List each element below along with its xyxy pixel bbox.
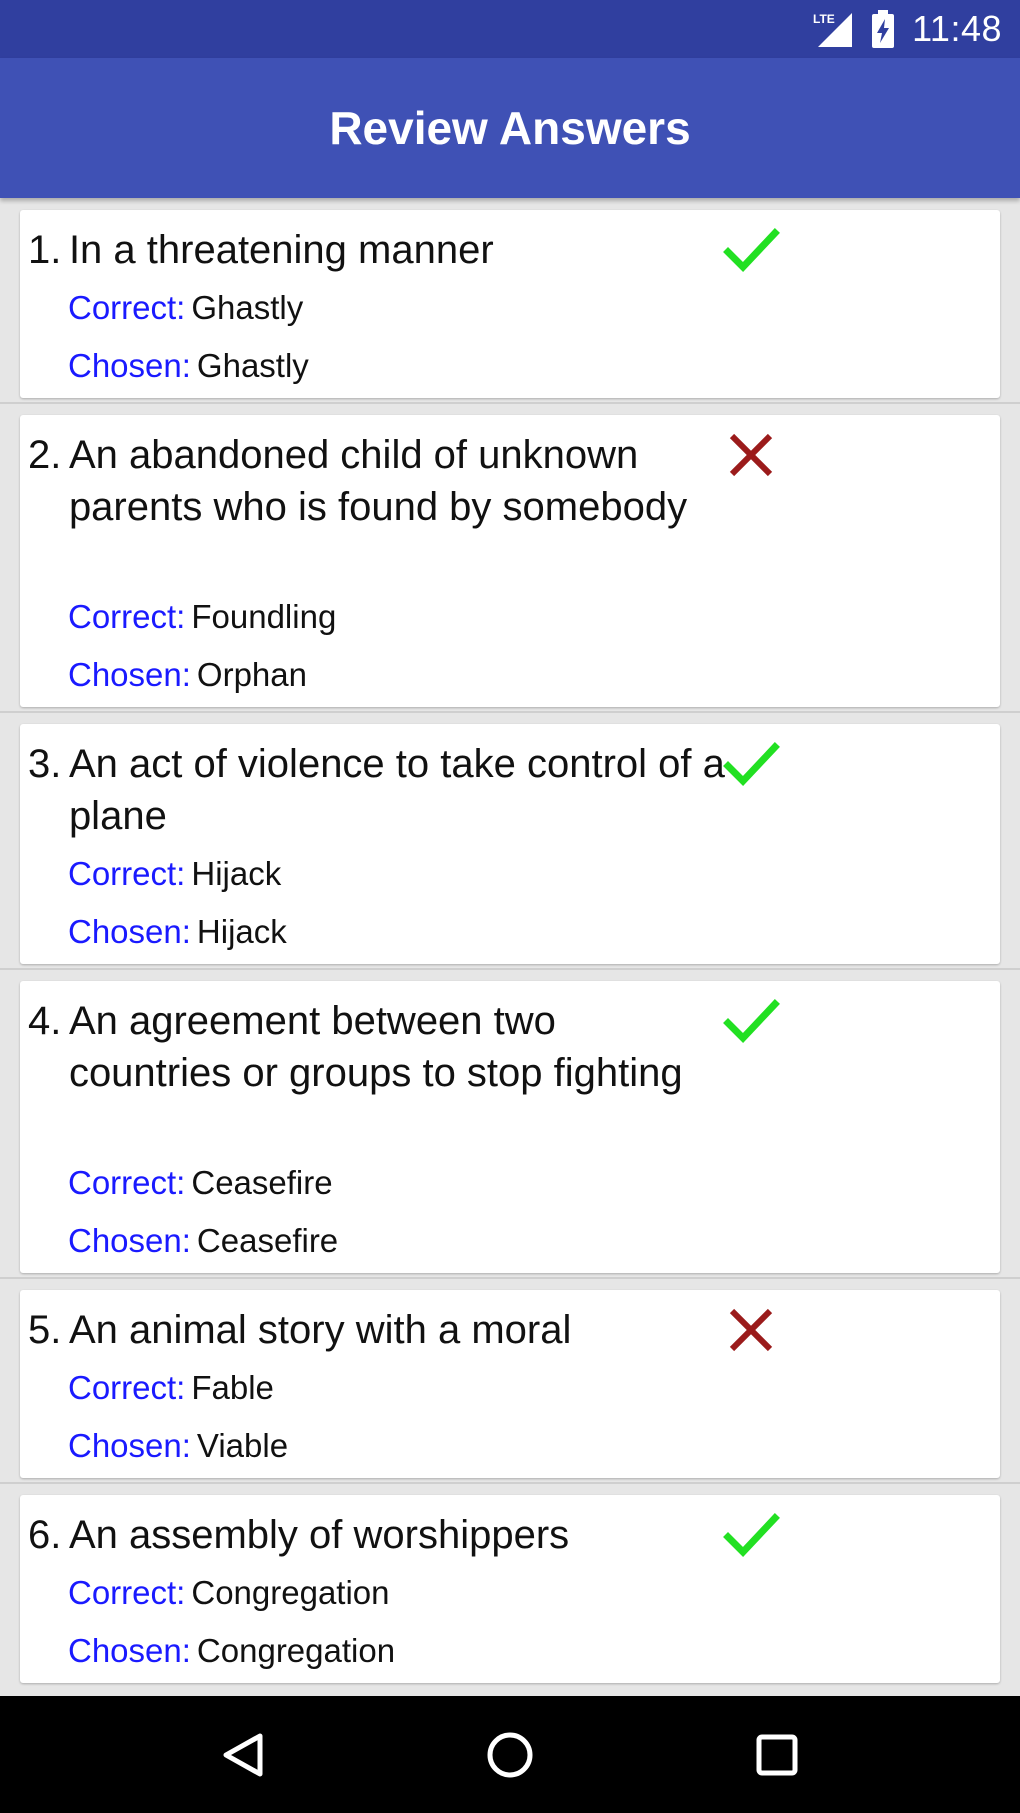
chosen-label: Chosen: bbox=[68, 1632, 191, 1669]
correct-answer: Congregation bbox=[191, 1574, 390, 1611]
chosen-label: Chosen: bbox=[68, 1427, 191, 1464]
chosen-answer-row: Chosen: Hijack bbox=[68, 912, 287, 952]
divider bbox=[0, 402, 1020, 404]
navigation-bar bbox=[0, 1696, 1020, 1813]
correct-label: Correct: bbox=[68, 598, 186, 635]
cross-icon bbox=[729, 433, 773, 477]
question-text: An abandoned child of unknown parents wh… bbox=[68, 433, 688, 529]
correct-answer-row: Correct: Hijack bbox=[68, 854, 281, 894]
correct-label: Correct: bbox=[68, 1574, 186, 1611]
answers-list[interactable]: 1. In a threatening manner Correct: Ghast… bbox=[0, 198, 1020, 1696]
question-number: 6. bbox=[28, 1513, 62, 1557]
correct-label: Correct: bbox=[68, 1369, 186, 1406]
home-icon bbox=[487, 1732, 533, 1777]
correct-answer-row: Correct: Foundling bbox=[68, 597, 336, 637]
chosen-answer-row: Chosen: Congregation bbox=[68, 1631, 395, 1671]
correct-answer-row: Correct: Ghastly bbox=[68, 288, 303, 328]
lte-signal-icon: LTE bbox=[813, 12, 853, 47]
correct-label: Correct: bbox=[68, 855, 186, 892]
question-text: An animal story with a moral bbox=[68, 1308, 572, 1352]
chosen-answer-row: Chosen: Ceasefire bbox=[68, 1221, 338, 1261]
correct-answer: Ceasefire bbox=[191, 1164, 333, 1201]
recents-button[interactable] bbox=[742, 1720, 812, 1790]
cross-icon bbox=[729, 1308, 773, 1352]
answer-card: 3. An act of violence to take control of… bbox=[20, 724, 1000, 964]
question-row: 1. In a threatening manner bbox=[28, 224, 728, 276]
correct-label: Correct: bbox=[68, 1164, 186, 1201]
question-row: 6. An assembly of worshippers bbox=[28, 1509, 728, 1561]
chosen-answer-row: Chosen: Orphan bbox=[68, 655, 307, 695]
divider bbox=[0, 1277, 1020, 1279]
question-number: 1. bbox=[28, 228, 62, 272]
answer-card: 4. An agreement between two countries or… bbox=[20, 981, 1000, 1273]
check-icon bbox=[723, 1513, 780, 1558]
chosen-label: Chosen: bbox=[68, 913, 191, 950]
back-icon bbox=[223, 1733, 263, 1776]
question-row: 4. An agreement between two countries or… bbox=[28, 995, 728, 1099]
chosen-answer: Ceasefire bbox=[196, 1222, 339, 1259]
status-time: 11:48 bbox=[912, 8, 1002, 49]
question-text: An assembly of worshippers bbox=[68, 1513, 570, 1557]
chosen-answer-row: Chosen: Ghastly bbox=[68, 346, 309, 386]
check-icon bbox=[723, 742, 780, 787]
page-title: Review Answers bbox=[329, 102, 691, 154]
battery-charging-icon bbox=[872, 10, 895, 48]
chosen-label: Chosen: bbox=[68, 1222, 191, 1259]
correct-answer: Foundling bbox=[191, 598, 337, 635]
correct-answer: Fable bbox=[191, 1369, 274, 1406]
question-text: An agreement between two countries or gr… bbox=[68, 999, 683, 1095]
question-row: 5. An animal story with a moral bbox=[28, 1304, 728, 1356]
home-button[interactable] bbox=[475, 1720, 545, 1790]
answer-card: 2. An abandoned child of unknown parents… bbox=[20, 415, 1000, 707]
question-number: 4. bbox=[28, 999, 62, 1043]
question-row: 3. An act of violence to take control of… bbox=[28, 738, 728, 842]
answer-card: 6. An assembly of worshippers Correct: Co… bbox=[20, 1495, 1000, 1683]
chosen-label: Chosen: bbox=[68, 656, 191, 693]
chosen-label: Chosen: bbox=[68, 347, 191, 384]
back-button[interactable] bbox=[208, 1720, 278, 1790]
check-icon bbox=[723, 228, 780, 273]
chosen-answer: Hijack bbox=[196, 913, 287, 950]
question-row: 2. An abandoned child of unknown parents… bbox=[28, 429, 728, 533]
answer-card: 5. An animal story with a moral Correct:… bbox=[20, 1290, 1000, 1478]
status-bar: LTE 11:48 bbox=[0, 0, 1020, 58]
divider bbox=[0, 1482, 1020, 1484]
status-icons: LTE 11:48 bbox=[810, 0, 1002, 58]
divider bbox=[0, 968, 1020, 970]
question-number: 3. bbox=[28, 742, 62, 786]
chosen-answer: Viable bbox=[196, 1427, 289, 1464]
question-text: An act of violence to take control of a … bbox=[68, 742, 725, 838]
correct-answer-row: Correct: Congregation bbox=[68, 1573, 390, 1613]
question-number: 5. bbox=[28, 1308, 62, 1352]
question-text: In a threatening manner bbox=[68, 228, 494, 272]
chosen-answer: Orphan bbox=[196, 656, 307, 693]
recents-icon bbox=[756, 1734, 798, 1775]
correct-answer: Ghastly bbox=[191, 289, 304, 326]
chosen-answer-row: Chosen: Viable bbox=[68, 1426, 288, 1466]
check-icon bbox=[723, 999, 780, 1044]
correct-answer-row: Correct: Ceasefire bbox=[68, 1163, 333, 1203]
correct-answer: Hijack bbox=[191, 855, 282, 892]
question-number: 2. bbox=[28, 433, 62, 477]
chosen-answer: Ghastly bbox=[196, 347, 309, 384]
correct-answer-row: Correct: Fable bbox=[68, 1368, 274, 1408]
chosen-answer: Congregation bbox=[196, 1632, 396, 1669]
network-label: LTE bbox=[813, 12, 835, 26]
answer-card: 1. In a threatening manner Correct: Ghast… bbox=[20, 210, 1000, 398]
divider bbox=[0, 711, 1020, 713]
correct-label: Correct: bbox=[68, 289, 186, 326]
app-bar: Review Answers bbox=[0, 58, 1020, 198]
